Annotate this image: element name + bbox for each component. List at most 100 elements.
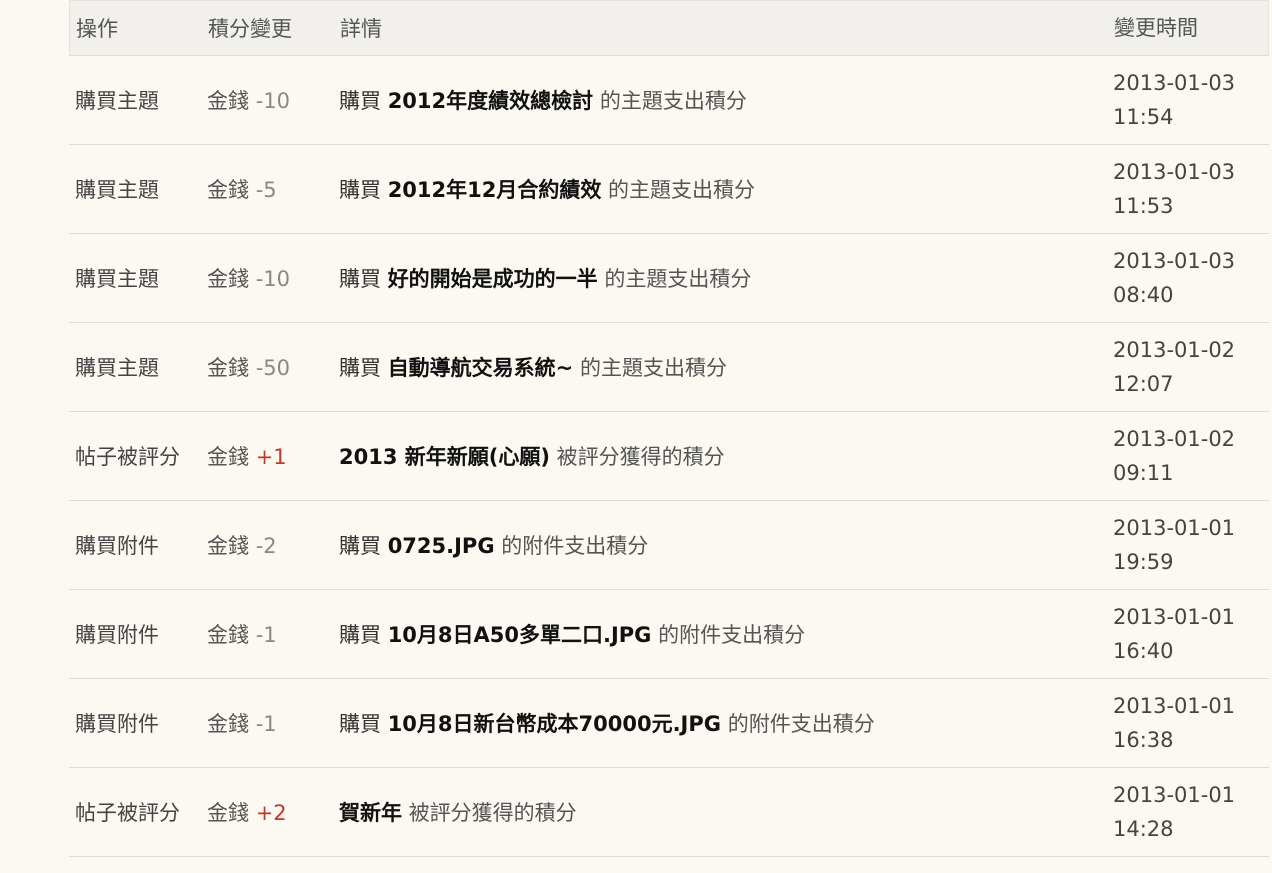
table-row: 購買附件 金錢 -1 購買 10月8日A50多單二口.JPG 的附件支出積分 2… [69, 590, 1269, 679]
detail-cell: 2013 新年新願(心願) 被評分獲得的積分 [339, 441, 725, 471]
table-row: 購買附件 金錢 -2 購買 0725.JPG 的附件支出積分 2013-01-0… [69, 501, 1269, 590]
detail-cell: 購買 好的開始是成功的一半 的主題支出積分 [339, 263, 751, 293]
time-cell: 2013-01-01 16:38 [1113, 689, 1235, 757]
operation-cell: 購買附件 [75, 623, 159, 647]
detail-cell: 購買 10月8日新台幣成本70000元.JPG 的附件支出積分 [339, 708, 875, 738]
detail-title-link[interactable]: 2013 新年新願(心願) [339, 445, 550, 469]
time-cell: 2013-01-02 12:07 [1113, 333, 1235, 401]
detail-prefix: 購買 [339, 534, 381, 558]
detail-title-link[interactable]: 10月8日新台幣成本70000元.JPG [388, 712, 721, 736]
detail-title-link[interactable]: 2012年12月合約績效 [388, 178, 602, 202]
amount-value: +1 [255, 445, 287, 469]
amount-value: -1 [255, 623, 277, 647]
change-time: 14:28 [1113, 817, 1174, 841]
time-cell: 2013-01-01 14:28 [1113, 778, 1235, 846]
change-date: 2013-01-01 [1113, 605, 1236, 629]
detail-title-link[interactable]: 賀新年 [339, 801, 402, 825]
credit-change-cell: 金錢 -50 [207, 352, 290, 382]
detail-prefix: 購買 [339, 267, 381, 291]
operation-cell: 購買附件 [75, 534, 159, 558]
detail-cell: 購買 10月8日A50多單二口.JPG 的附件支出積分 [339, 619, 805, 649]
detail-cell: 購買 自動導航交易系統~ 的主題支出積分 [339, 352, 727, 382]
currency-label: 金錢 [207, 712, 249, 736]
currency-label: 金錢 [207, 267, 249, 291]
detail-title-link[interactable]: 0725.JPG [388, 534, 495, 558]
detail-suffix: 的附件支出積分 [501, 534, 649, 558]
operation-cell: 購買附件 [75, 712, 159, 736]
detail-title-link[interactable]: 2012年度績效總檢討 [388, 89, 593, 113]
currency-label: 金錢 [207, 623, 249, 647]
detail-prefix: 購買 [339, 623, 381, 647]
change-date: 2013-01-01 [1113, 694, 1236, 718]
header-operation: 操作 [76, 17, 118, 41]
operation-cell: 購買主題 [75, 267, 159, 291]
table-row: 帖子被評分 金錢 +2 賀新年 被評分獲得的積分 2013-01-01 14:28 [69, 768, 1269, 857]
table-row: 購買主題 金錢 -10 購買 2012年度績效總檢討 的主題支出積分 2013-… [69, 56, 1269, 145]
detail-suffix: 被評分獲得的積分 [408, 801, 577, 825]
detail-cell: 賀新年 被評分獲得的積分 [339, 797, 577, 827]
detail-prefix: 購買 [339, 178, 381, 202]
operation-cell: 購買主題 [75, 356, 159, 380]
change-time: 16:40 [1113, 639, 1174, 663]
detail-prefix: 購買 [339, 89, 381, 113]
table-row: 購買主題 金錢 -10 購買 好的開始是成功的一半 的主題支出積分 2013-0… [69, 234, 1269, 323]
change-time: 11:54 [1113, 105, 1174, 129]
amount-value: -5 [255, 178, 277, 202]
currency-label: 金錢 [207, 356, 249, 380]
detail-title-link[interactable]: 10月8日A50多單二口.JPG [388, 623, 652, 647]
header-change-time: 變更時間 [1114, 16, 1198, 40]
detail-suffix: 的主題支出積分 [599, 89, 747, 113]
time-cell: 2013-01-01 19:59 [1113, 511, 1235, 579]
change-time: 08:40 [1113, 283, 1174, 307]
amount-value: +2 [255, 801, 287, 825]
credit-change-cell: 金錢 -10 [207, 85, 290, 115]
detail-prefix: 購買 [339, 356, 381, 380]
detail-suffix: 的附件支出積分 [658, 623, 806, 647]
detail-prefix: 購買 [339, 712, 381, 736]
operation-cell: 購買主題 [75, 89, 159, 113]
credit-change-cell: 金錢 -5 [207, 174, 277, 204]
change-time: 12:07 [1113, 372, 1174, 396]
detail-cell: 購買 0725.JPG 的附件支出積分 [339, 530, 648, 560]
table-row: 購買主題 金錢 -50 購買 自動導航交易系統~ 的主題支出積分 2013-01… [69, 323, 1269, 412]
time-cell: 2013-01-03 11:53 [1113, 155, 1235, 223]
amount-value: -1 [255, 712, 277, 736]
time-cell: 2013-01-02 09:11 [1113, 422, 1235, 490]
table-row: 購買主題 金錢 -5 購買 2012年12月合約績效 的主題支出積分 2013-… [69, 145, 1269, 234]
table-header: 操作 積分變更 詳情 變更時間 [69, 0, 1269, 56]
time-cell: 2013-01-03 08:40 [1113, 244, 1235, 312]
credit-change-cell: 金錢 +1 [207, 441, 287, 471]
change-date: 2013-01-03 [1113, 160, 1236, 184]
credit-log-table: 操作 積分變更 詳情 變更時間 購買主題 金錢 -10 購買 2012年度績效總… [69, 0, 1269, 857]
detail-cell: 購買 2012年12月合約績效 的主題支出積分 [339, 174, 755, 204]
change-date: 2013-01-03 [1113, 71, 1236, 95]
amount-value: -10 [255, 267, 290, 291]
detail-cell: 購買 2012年度績效總檢討 的主題支出積分 [339, 85, 747, 115]
credit-change-cell: 金錢 -1 [207, 708, 277, 738]
change-time: 19:59 [1113, 550, 1174, 574]
currency-label: 金錢 [207, 445, 249, 469]
amount-value: -10 [255, 89, 290, 113]
change-date: 2013-01-02 [1113, 338, 1236, 362]
header-credit-change: 積分變更 [208, 17, 292, 41]
credit-change-cell: 金錢 -10 [207, 263, 290, 293]
change-date: 2013-01-03 [1113, 249, 1236, 273]
detail-suffix: 的主題支出積分 [608, 178, 756, 202]
credit-change-cell: 金錢 -2 [207, 530, 277, 560]
amount-value: -2 [255, 534, 277, 558]
currency-label: 金錢 [207, 534, 249, 558]
change-date: 2013-01-01 [1113, 783, 1236, 807]
time-cell: 2013-01-03 11:54 [1113, 66, 1235, 134]
currency-label: 金錢 [207, 89, 249, 113]
change-time: 09:11 [1113, 461, 1174, 485]
change-date: 2013-01-01 [1113, 516, 1236, 540]
detail-title-link[interactable]: 自動導航交易系統~ [388, 356, 574, 380]
credit-change-cell: 金錢 -1 [207, 619, 277, 649]
operation-cell: 帖子被評分 [75, 445, 180, 469]
change-time: 11:53 [1113, 194, 1174, 218]
detail-suffix: 被評分獲得的積分 [556, 445, 725, 469]
header-detail: 詳情 [340, 17, 382, 41]
detail-title-link[interactable]: 好的開始是成功的一半 [388, 267, 598, 291]
currency-label: 金錢 [207, 178, 249, 202]
amount-value: -50 [255, 356, 290, 380]
